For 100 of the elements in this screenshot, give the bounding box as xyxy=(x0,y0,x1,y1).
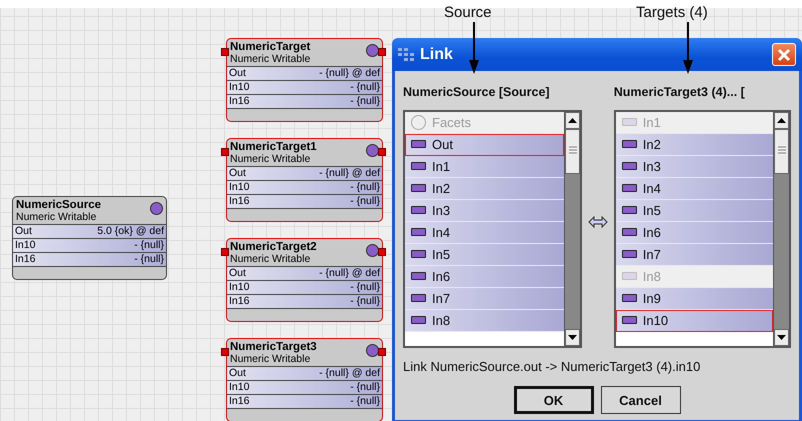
list-header: NumericTarget3 (4)... [ xyxy=(614,84,746,101)
slot-icon xyxy=(622,206,637,214)
port-icon[interactable] xyxy=(221,48,229,56)
link-description: Link NumericSource.out -> NumericTarget3 (4).in10 xyxy=(402,358,702,376)
port-icon[interactable] xyxy=(378,48,386,56)
node-type: Numeric Writable xyxy=(230,154,312,166)
caret-up-icon xyxy=(568,118,578,123)
slot-label: In10 xyxy=(229,181,250,194)
node-type: Numeric Writable xyxy=(16,212,98,224)
close-button[interactable] xyxy=(772,43,796,66)
list-item[interactable]: In7 xyxy=(405,288,564,310)
list-item[interactable]: In4 xyxy=(616,178,774,200)
slot-label: In10 xyxy=(15,239,36,252)
list-item[interactable]: In4 xyxy=(405,222,564,244)
caret-down-icon xyxy=(568,334,578,340)
slot-value: - {null} @ def xyxy=(319,267,380,280)
slot-icon xyxy=(622,250,637,258)
slot-icon xyxy=(411,272,426,280)
slot-value: - {null} xyxy=(350,181,380,194)
component-node[interactable]: NumericTarget2 Numeric Writable Out - {null} @ def In10 - {null} In16 - {null} xyxy=(226,238,383,322)
slot-icon xyxy=(622,294,637,302)
list-item[interactable]: In3 xyxy=(616,156,774,178)
window-title: Link xyxy=(420,44,453,64)
slot-icon xyxy=(622,162,637,170)
ok-button[interactable]: OK xyxy=(514,386,594,414)
scroll-down-button[interactable] xyxy=(774,328,790,346)
arrow-icon xyxy=(469,22,479,74)
list-item[interactable]: In7 xyxy=(616,244,774,266)
list-item[interactable]: In2 xyxy=(616,134,774,156)
scroll-up-button[interactable] xyxy=(565,112,580,129)
slot-value: - {null} xyxy=(350,195,380,208)
slot-icon xyxy=(411,228,426,236)
status-dot-icon xyxy=(150,202,163,215)
scroll-up-button[interactable] xyxy=(774,112,790,129)
slot-value: - {null} @ def xyxy=(319,167,380,180)
list-item[interactable]: In5 xyxy=(405,244,564,266)
list-header: NumericSource [Source] xyxy=(403,84,551,101)
slot-icon xyxy=(622,140,637,148)
slot-label: In16 xyxy=(229,195,250,208)
list-item[interactable]: In9 xyxy=(616,288,774,310)
node-title: NumericTarget xyxy=(230,41,310,54)
caret-down-icon xyxy=(777,334,786,340)
scrollbar-thumb[interactable] xyxy=(774,128,790,174)
port-icon[interactable] xyxy=(378,348,386,356)
node-title: NumericTarget2 xyxy=(230,241,317,254)
slot-value: - {null} xyxy=(350,381,380,394)
port-icon[interactable] xyxy=(221,348,229,356)
list-item[interactable]: In6 xyxy=(616,222,774,244)
slot-label: In16 xyxy=(229,395,250,408)
status-dot-icon xyxy=(366,244,379,257)
slot-icon xyxy=(622,316,637,324)
list-item[interactable]: In10 xyxy=(616,310,774,332)
list-item[interactable]: In3 xyxy=(405,200,564,222)
grip-icon xyxy=(568,146,577,156)
component-node[interactable]: NumericTarget3 Numeric Writable Out - {null} @ def In10 - {null} In16 - {null} xyxy=(226,338,383,421)
slot-value: - {null} xyxy=(350,395,380,408)
slot-value: - {null} xyxy=(134,253,164,266)
list-item[interactable]: In5 xyxy=(616,200,774,222)
component-node[interactable]: NumericTarget1 Numeric Writable Out - {null} @ def In10 - {null} In16 - {null} xyxy=(226,138,383,222)
node-type: Numeric Writable xyxy=(230,354,312,366)
list-item[interactable]: In6 xyxy=(405,266,564,288)
scrollbar[interactable] xyxy=(564,112,580,346)
node-title: NumericTarget3 xyxy=(230,341,317,354)
status-dot-icon xyxy=(366,44,379,57)
slot-icon xyxy=(622,272,637,280)
slot-icon xyxy=(411,184,426,192)
node-title: NumericTarget1 xyxy=(230,141,317,154)
scroll-down-button[interactable] xyxy=(565,328,580,346)
slot-label: In16 xyxy=(229,95,250,108)
slot-value: - {null} xyxy=(134,239,164,252)
slot-icon xyxy=(622,228,637,236)
port-icon[interactable] xyxy=(378,148,386,156)
component-node[interactable]: NumericTarget Numeric Writable Out - {null} @ def In10 - {null} In16 - {null} xyxy=(226,38,383,122)
slot-icon xyxy=(411,294,426,302)
slot-label: Out xyxy=(229,367,246,380)
slot-icon xyxy=(622,118,637,126)
node-type: Numeric Writable xyxy=(230,54,310,66)
slot-icon xyxy=(411,206,426,214)
slot-label: Out xyxy=(229,67,246,80)
status-dot-icon xyxy=(366,144,379,157)
list-item[interactable]: Out xyxy=(405,134,564,156)
list-item[interactable]: In1 xyxy=(405,156,564,178)
port-icon[interactable] xyxy=(221,148,229,156)
port-icon[interactable] xyxy=(378,248,386,256)
slot-label: In16 xyxy=(229,295,250,308)
annotation-label: Source xyxy=(444,3,492,23)
list-item[interactable]: In8 xyxy=(405,310,564,332)
slot-label: Out xyxy=(15,225,32,238)
slot-value: 5.0 {ok} @ def xyxy=(97,225,164,238)
component-node[interactable]: NumericSource Numeric Writable Out 5.0 {ok} @ def In10 - {null} In16 - {null} xyxy=(12,196,167,280)
scrollbar-thumb[interactable] xyxy=(565,128,580,174)
slot-value: - {null} @ def xyxy=(319,67,380,80)
slot-icon xyxy=(411,140,426,148)
slot-value: - {null} xyxy=(350,95,380,108)
scrollbar[interactable] xyxy=(773,112,790,346)
list-item[interactable]: In2 xyxy=(405,178,564,200)
cancel-button[interactable]: Cancel xyxy=(600,386,680,414)
node-title: NumericSource xyxy=(16,199,102,212)
port-icon[interactable] xyxy=(221,248,229,256)
status-dot-icon xyxy=(366,344,379,357)
